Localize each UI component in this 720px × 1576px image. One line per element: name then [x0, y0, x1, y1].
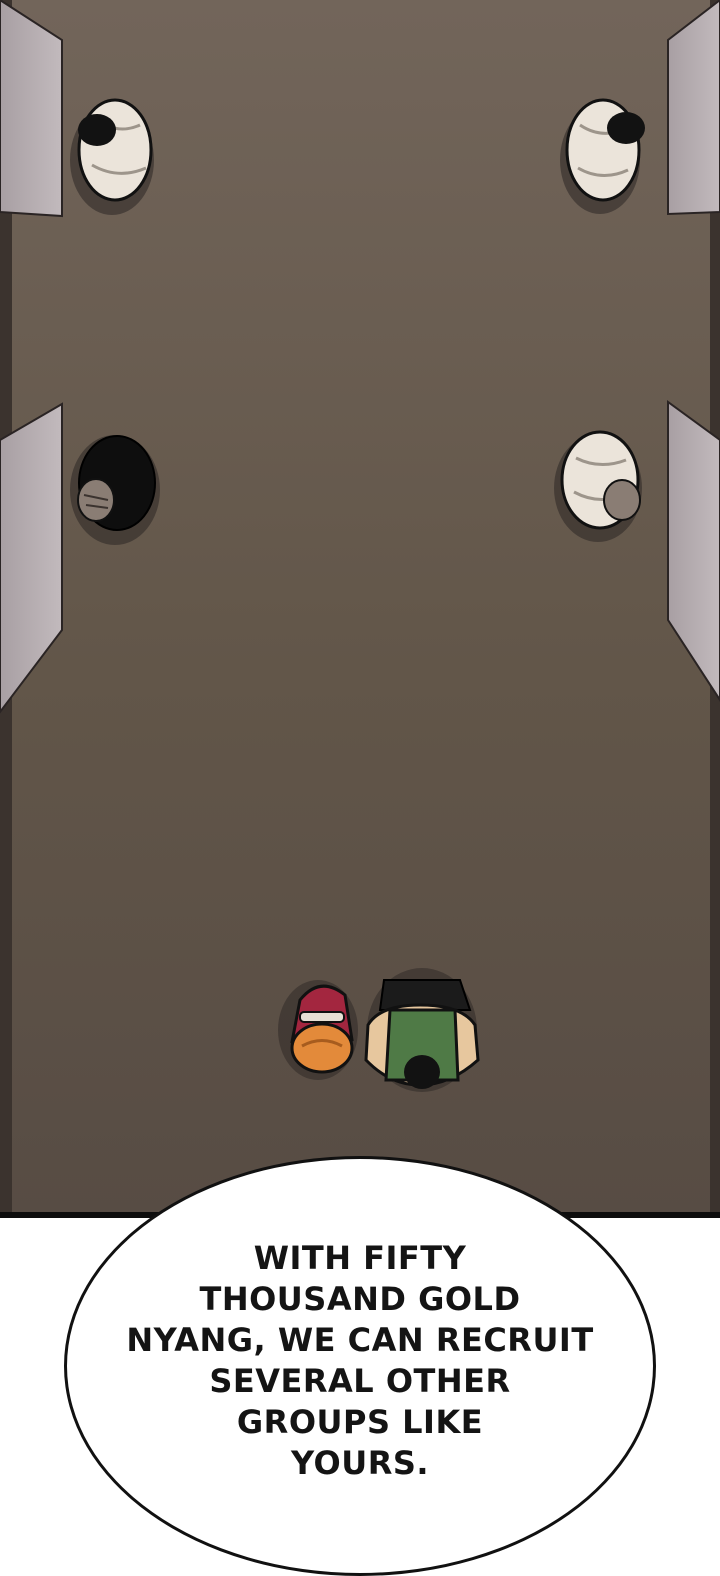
- speech-line: NYANG, WE CAN RECRUIT: [126, 1321, 594, 1359]
- warrior-figure: [364, 968, 480, 1092]
- speech-line: THOUSAND GOLD: [199, 1280, 521, 1318]
- girl-figure: [278, 980, 358, 1080]
- speech-text: WITH FIFTY THOUSAND GOLD NYANG, WE CAN R…: [120, 1238, 600, 1484]
- guard-mid-left-figure: [70, 435, 160, 545]
- speech-line: SEVERAL OTHER: [209, 1362, 511, 1400]
- speech-line: GROUPS LIKE: [236, 1403, 484, 1441]
- speech-line: YOURS.: [290, 1444, 430, 1482]
- speech-line: WITH FIFTY: [253, 1239, 467, 1277]
- hallway-panel: [0, 0, 720, 1216]
